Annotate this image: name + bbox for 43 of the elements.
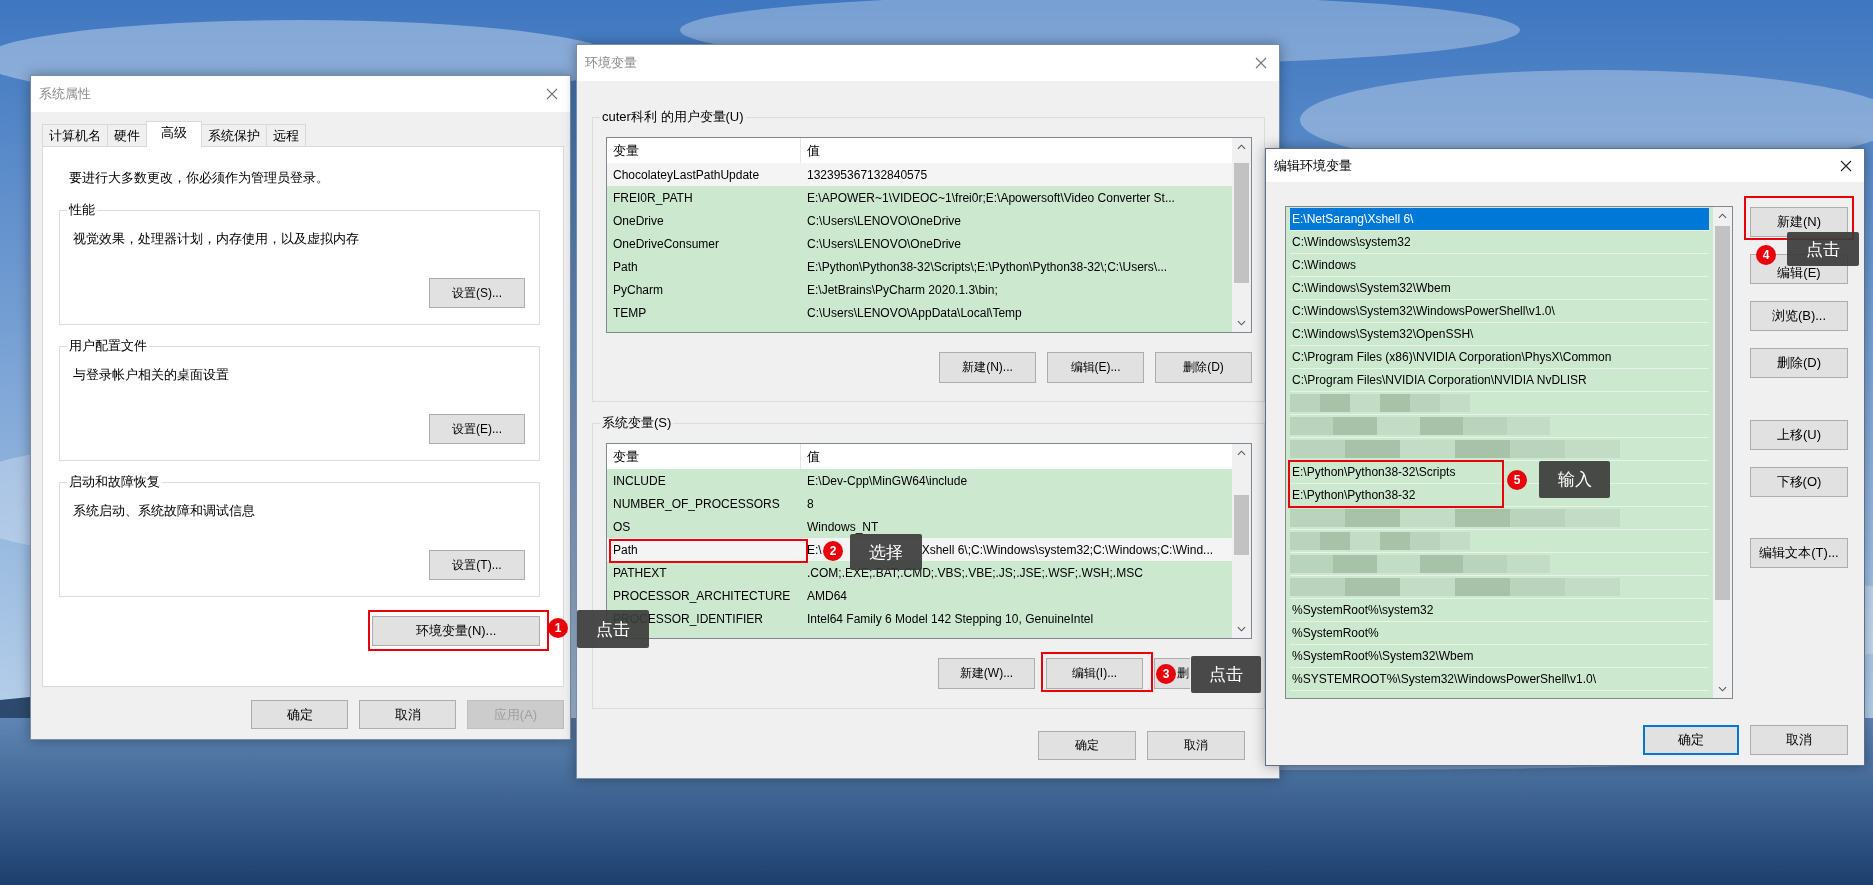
table-cell-text: E:\Dev-Cpp\MinGW64\include [806,473,968,488]
group-title: 启动和故障恢复 [67,474,162,490]
table-cell-text: AMD64 [806,588,847,603]
table-cell-text: Intel64 Family 6 Model 142 Stepping 10, GenuineIntel [806,611,1094,626]
group-description: 与登录帐户相关的桌面设置 [73,367,230,383]
table-cell-text: Path [612,259,638,274]
table-cell-text: PATHEXT [612,565,667,580]
group-title: 用户配置文件 [67,338,149,354]
table-cell-text: Windows_NT [806,519,879,534]
table-cell-text: OneDrive [612,213,664,228]
table-cell-text: C:\Users\LENOVO\AppData\Local\Temp [806,305,1022,320]
group-description: 视觉效果，处理器计划，内存使用，以及虚拟内存 [73,231,360,247]
table-cell-text: E:\APOWER~1\VIDEOC~1\frei0r;E:\Apowersoft\Video Converter St... [806,190,1175,205]
table-cell-text: C:\Users\LENOVO\OneDrive [806,213,962,228]
table-cell-text: TEMP [612,305,647,320]
table-cell-text: E:\ [806,542,822,557]
table-cell-text: 132395367132840575 [806,167,928,182]
table-cell: Xshell 6\;C:\Windows\system32;C:\Windows;C:\Wind... [921,542,1214,557]
group-title: cuter科利 的用户变量(U) [600,109,746,125]
table-cell-text: C:\Users\LENOVO\OneDrive [806,236,962,251]
table-cell-text: INCLUDE [612,473,666,488]
table-cell-text: FREI0R_PATH [612,190,693,205]
table-cell-text: ChocolateyLastPathUpdate [612,167,760,182]
group-description: 系统启动、系统故障和调试信息 [73,503,256,519]
callout-tooltip: 点击 [1787,232,1859,266]
callout-tooltip: 点击 [1191,656,1261,693]
table-cell-text: 8 [806,496,814,511]
table-cell-text: OS [612,519,631,534]
group-title: 性能 [67,202,97,218]
table-cell-text: Path [612,542,638,557]
table-cell-text: E:\JetBrains\PyCharm 2020.1.3\bin; [806,282,998,297]
callout-tooltip: 选择 [850,534,922,570]
table-cell-text: NUMBER_OF_PROCESSORS [612,496,780,511]
group-title: 系统变量(S) [600,415,674,431]
window-title: 编辑环境变量 [1274,156,1352,175]
window-title: 系统属性 [39,85,91,103]
window-title: 环境变量 [585,54,637,72]
table-cell-text: E:\Python\Python38-32\Scripts\;E:\Python\Python38-32\;C:\Users\... [806,259,1168,274]
callout-tooltip: 输入 [1539,461,1610,498]
table-cell-text: PyCharm [612,282,663,297]
table-cell-text: PROCESSOR_ARCHITECTURE [612,588,791,603]
notice-text: 要进行大多数更改，你必须作为管理员登录。 [69,170,330,186]
table-cell-text: OneDriveConsumer [612,236,720,251]
